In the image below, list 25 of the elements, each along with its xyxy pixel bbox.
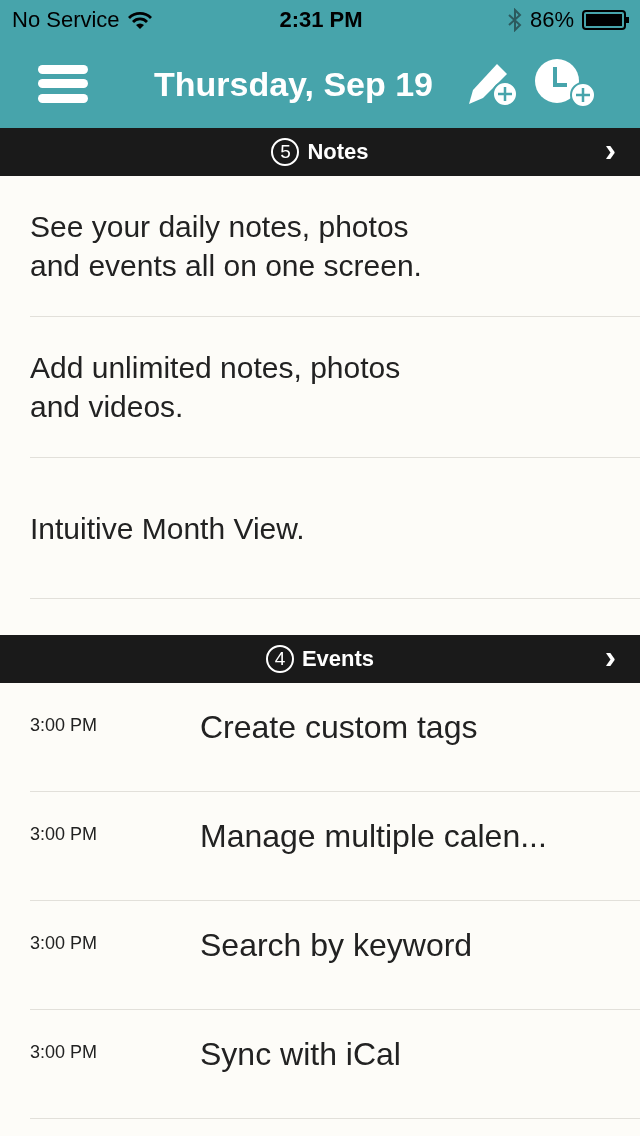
battery-percent: 86% xyxy=(529,7,574,33)
event-title[interactable]: Search by keyword xyxy=(200,927,473,964)
event-time: 3:00 PM xyxy=(30,715,99,736)
wifi-icon xyxy=(127,11,152,29)
section-title: Events xyxy=(301,646,375,672)
note-text[interactable]: See your daily notes, photos and events all on one screen. xyxy=(30,207,422,285)
note-text[interactable]: Intuitive Month View. xyxy=(30,508,305,548)
chevron-button[interactable]: › xyxy=(604,641,616,671)
count-badge: 4 xyxy=(265,645,294,673)
event-title[interactable]: Manage multiple calen... xyxy=(200,818,547,855)
note-text[interactable]: Add unlimited notes, photos and videos. xyxy=(30,348,401,426)
date-title: Thursday, Sep 19 xyxy=(154,64,434,104)
event-title[interactable]: Create custom tags xyxy=(200,709,478,746)
section-title: Notes xyxy=(307,139,369,165)
menu-icon[interactable] xyxy=(38,65,88,103)
count-badge: 5 xyxy=(271,138,300,166)
event-time: 3:00 PM xyxy=(30,933,99,954)
event-time: 3:00 PM xyxy=(30,824,99,845)
battery-icon xyxy=(582,10,630,30)
event-time: 3:00 PM xyxy=(30,1042,99,1063)
event-title[interactable]: Sync with iCal xyxy=(200,1036,401,1073)
bluetooth-icon xyxy=(507,8,522,32)
carrier-label: No Service xyxy=(12,7,120,33)
clock-label: 2:31 PM xyxy=(279,7,363,33)
chevron-button[interactable]: › xyxy=(604,134,616,164)
